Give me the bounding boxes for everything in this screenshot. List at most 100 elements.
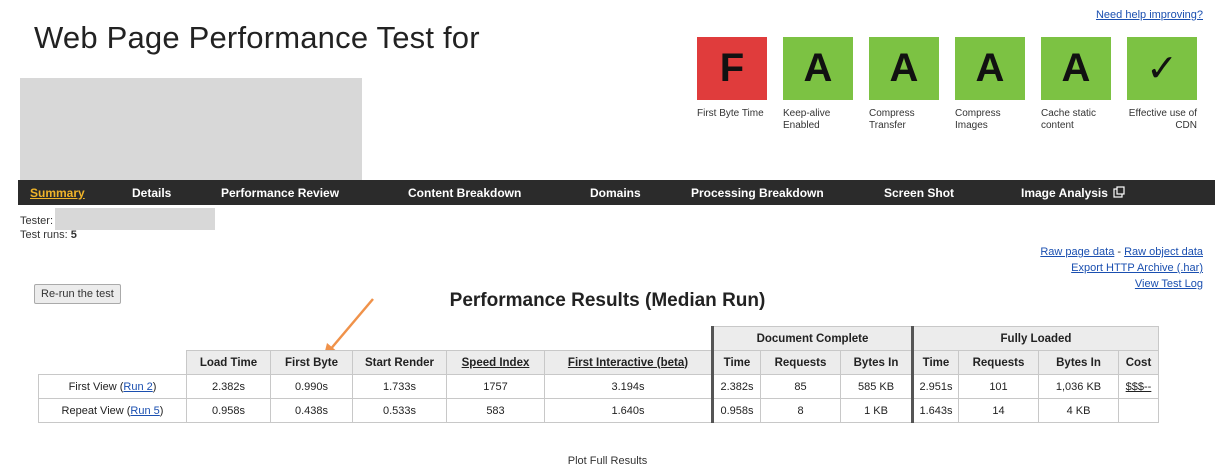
grade-box: A <box>869 37 939 100</box>
tester-redacted <box>55 208 216 230</box>
cell-dc-requests: 8 <box>760 398 841 423</box>
cell-load-time: 0.958s <box>186 398 271 423</box>
grade-first-byte-time[interactable]: F First Byte Time <box>697 37 767 120</box>
run-link[interactable]: Run 2 <box>123 381 152 393</box>
grade-label: Compress Images <box>955 108 1001 131</box>
cost-link[interactable]: $$$-- <box>1126 381 1152 393</box>
raw-object-data-link[interactable]: Raw object data <box>1124 246 1203 258</box>
column-header-row: Load Time First Byte Start Render Speed … <box>39 350 1159 375</box>
tab-details[interactable]: Details <box>132 186 171 200</box>
row-label: First View (Run 2) <box>38 374 187 399</box>
tester-row: Tester: <box>20 208 216 230</box>
grade-keep-alive[interactable]: A Keep-alive Enabled <box>783 37 853 132</box>
grade-cache-static[interactable]: A Cache static content <box>1041 37 1111 132</box>
grade-label: First Byte Time <box>697 108 764 119</box>
test-runs-row: Test runs: 5 <box>20 228 215 242</box>
cell-first-byte: 0.990s <box>270 374 353 399</box>
tab-content-breakdown[interactable]: Content Breakdown <box>408 186 521 200</box>
cell-speed-index: 1757 <box>446 374 545 399</box>
table-row-repeat-view: Repeat View (Run 5) 0.958s 0.438s 0.533s… <box>38 398 1159 423</box>
cell-cost[interactable]: $$$-- <box>1118 374 1159 399</box>
export-har-link[interactable]: Export HTTP Archive (.har) <box>1071 262 1203 274</box>
grade-label: Keep-alive Enabled <box>783 108 831 131</box>
row-label: Repeat View (Run 5) <box>38 398 187 423</box>
grade-compress-images[interactable]: A Compress Images <box>955 37 1025 132</box>
grade-cdn[interactable]: ✓ Effective use of CDN <box>1127 37 1197 132</box>
cell-fl-time: 2.951s <box>911 374 959 399</box>
test-info: Tester: Test runs: 5 <box>20 208 216 242</box>
col-load-time: Load Time <box>186 350 271 375</box>
speed-index-link[interactable]: Speed Index <box>462 357 530 369</box>
tab-processing-breakdown[interactable]: Processing Breakdown <box>691 186 824 200</box>
row-label-end: ) <box>159 404 164 417</box>
cell-dc-requests: 85 <box>760 374 841 399</box>
cell-fl-time: 1.643s <box>911 398 959 423</box>
help-improving-link[interactable]: Need help improving? <box>1096 9 1203 21</box>
grade-label: Cache static content <box>1041 108 1097 131</box>
tested-url-redacted <box>20 78 362 190</box>
cell-first-interactive: 3.194s <box>544 374 713 399</box>
col-fl-bytes-in: Bytes In <box>1038 350 1119 375</box>
cell-dc-time: 0.958s <box>711 398 761 423</box>
run-link[interactable]: Run 5 <box>130 405 159 417</box>
tester-label: Tester: <box>20 215 54 227</box>
cell-fl-requests: 14 <box>958 398 1039 423</box>
col-dc-requests: Requests <box>760 350 841 375</box>
tab-summary[interactable]: Summary <box>30 186 85 200</box>
group-fully-loaded: Fully Loaded <box>911 326 1159 351</box>
table-row-first-view: First View (Run 2) 2.382s 0.990s 1.733s … <box>38 374 1159 399</box>
test-runs-value: 5 <box>70 229 77 241</box>
tab-domains[interactable]: Domains <box>590 186 641 200</box>
external-link-icon <box>1113 186 1125 198</box>
col-start-render: Start Render <box>352 350 447 375</box>
group-document-complete: Document Complete <box>711 326 913 351</box>
row-label-text: Repeat View ( <box>61 404 131 417</box>
page-title: Web Page Performance Test for <box>34 20 480 55</box>
export-links: Raw page data - Raw object data Export H… <box>1040 244 1203 292</box>
link-separator: - <box>1117 246 1122 258</box>
cell-dc-bytes-in: 1 KB <box>840 398 913 423</box>
col-first-interactive[interactable]: First Interactive (beta) <box>544 350 713 375</box>
tab-image-analysis-label: Image Analysis <box>1021 186 1108 200</box>
test-runs-label: Test runs: <box>20 229 68 241</box>
cell-start-render: 1.733s <box>352 374 447 399</box>
grade-label: Effective use of CDN <box>1128 108 1197 131</box>
col-speed-index[interactable]: Speed Index <box>446 350 545 375</box>
cell-first-interactive: 1.640s <box>544 398 713 423</box>
cell-cost <box>1118 398 1159 423</box>
col-fl-time: Time <box>911 350 959 375</box>
plot-full-results-link[interactable]: Plot Full Results <box>0 455 1215 467</box>
row-label-end: ) <box>152 380 157 393</box>
checkmark-icon: ✓ <box>1127 37 1197 100</box>
grade-box: A <box>783 37 853 100</box>
col-dc-time: Time <box>711 350 761 375</box>
col-dc-bytes-in: Bytes In <box>840 350 913 375</box>
grade-label: Compress Transfer <box>869 108 915 131</box>
cell-fl-bytes-in: 1,036 KB <box>1038 374 1119 399</box>
group-header-row: Document Complete Fully Loaded <box>39 326 1159 351</box>
cell-start-render: 0.533s <box>352 398 447 423</box>
first-interactive-link[interactable]: First Interactive (beta) <box>568 357 688 369</box>
results-title: Performance Results (Median Run) <box>449 290 766 311</box>
cell-load-time: 2.382s <box>186 374 271 399</box>
results-table: Document Complete Fully Loaded Load Time… <box>38 326 1159 423</box>
grade-box: A <box>955 37 1025 100</box>
row-label-text: First View ( <box>68 380 124 393</box>
tab-performance-review[interactable]: Performance Review <box>221 186 339 200</box>
view-test-log-link[interactable]: View Test Log <box>1135 278 1203 290</box>
grade-box: F <box>697 37 767 100</box>
raw-page-data-link[interactable]: Raw page data <box>1040 246 1114 258</box>
cell-first-byte: 0.438s <box>270 398 353 423</box>
cell-fl-bytes-in: 4 KB <box>1038 398 1119 423</box>
tab-image-analysis[interactable]: Image Analysis <box>1021 186 1125 200</box>
tab-screen-shot[interactable]: Screen Shot <box>884 186 954 200</box>
cell-speed-index: 583 <box>446 398 545 423</box>
grade-compress-transfer[interactable]: A Compress Transfer <box>869 37 939 132</box>
col-cost: Cost <box>1118 350 1159 375</box>
cell-fl-requests: 101 <box>958 374 1039 399</box>
col-first-byte: First Byte <box>270 350 353 375</box>
cell-dc-time: 2.382s <box>711 374 761 399</box>
tab-bar: Summary Details Performance Review Conte… <box>18 180 1215 205</box>
col-fl-requests: Requests <box>958 350 1039 375</box>
grade-box: A <box>1041 37 1111 100</box>
